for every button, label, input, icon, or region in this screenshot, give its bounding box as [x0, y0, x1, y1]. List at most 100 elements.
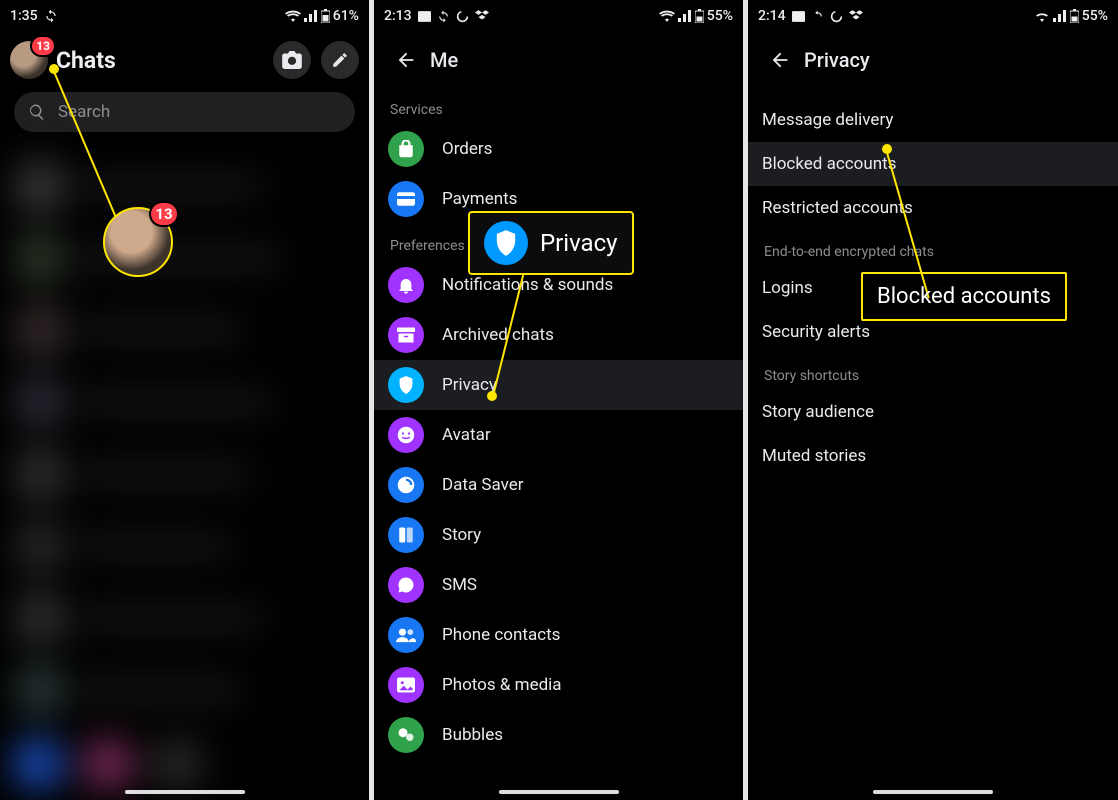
settings-row-data-saver[interactable]: Data Saver [374, 460, 743, 510]
row-label: Payments [442, 189, 517, 209]
row-label: Restricted accounts [762, 198, 913, 218]
wifi-icon [1034, 10, 1050, 22]
header: Me [374, 32, 743, 88]
row-label: Archived chats [442, 325, 554, 345]
profile-avatar[interactable]: 13 [10, 41, 48, 79]
settings-row-phone-contacts[interactable]: Phone contacts [374, 610, 743, 660]
nav-pill[interactable] [873, 790, 993, 794]
row-label: Phone contacts [442, 625, 560, 645]
settings-row-sms[interactable]: SMS [374, 560, 743, 610]
bag-icon [388, 131, 424, 167]
callout-blocked: Blocked accounts [861, 272, 1067, 321]
battery-icon [321, 9, 330, 23]
page-title: Chats [56, 47, 263, 74]
phone-chats: 1:35 61% 13 Chats Search [0, 0, 369, 800]
signal-icon [678, 10, 692, 22]
settings-row-story[interactable]: Story [374, 510, 743, 560]
privacy-row-restricted-accounts[interactable]: Restricted accounts [748, 186, 1118, 230]
status-battery: 61% [333, 8, 359, 24]
card-icon [388, 181, 424, 217]
back-button[interactable] [760, 40, 800, 80]
face-icon [388, 417, 424, 453]
header: 13 Chats [0, 32, 369, 88]
row-label: Avatar [442, 425, 491, 445]
row-label: Privacy [442, 375, 497, 395]
card-icon [792, 11, 805, 22]
signal-icon [1053, 10, 1067, 22]
sync-icon [811, 10, 824, 23]
privacy-row-message-delivery[interactable]: Message delivery [748, 98, 1118, 142]
privacy-row-muted-stories[interactable]: Muted stories [748, 434, 1118, 478]
bubbles-icon [388, 717, 424, 753]
highlight-badge: 13 [151, 203, 177, 225]
status-battery: 55% [1082, 8, 1108, 24]
search-placeholder: Search [58, 102, 110, 122]
row-label: Story audience [762, 402, 874, 422]
settings-row-avatar[interactable]: Avatar [374, 410, 743, 460]
status-bar: 2:13 55% [374, 0, 743, 32]
dropbox-icon [475, 10, 489, 22]
wifi-icon [285, 10, 301, 22]
unread-badge: 13 [32, 37, 54, 55]
row-label: Logins [762, 278, 813, 298]
settings-row-archived-chats[interactable]: Archived chats [374, 310, 743, 360]
compose-button[interactable] [321, 41, 359, 79]
battery-icon [695, 9, 704, 23]
settings-row-orders[interactable]: Orders [374, 124, 743, 174]
page-title: Privacy [804, 48, 870, 72]
search-icon [28, 103, 46, 121]
dropbox-icon [849, 10, 863, 22]
row-label: Photos & media [442, 675, 562, 695]
sync-icon [437, 10, 450, 23]
signal-icon [304, 10, 318, 22]
back-button[interactable] [386, 40, 426, 80]
settings-row-privacy[interactable]: Privacy [374, 360, 743, 410]
data-icon [388, 467, 424, 503]
status-bar: 2:14 55% [748, 0, 1118, 32]
phone-me: 2:13 55% Me ServicesOrdersPaymentsPrefer… [374, 0, 743, 800]
story-icon [388, 517, 424, 553]
row-label: Data Saver [442, 475, 524, 495]
card-icon [418, 11, 431, 22]
row-label: Muted stories [762, 446, 866, 466]
search-input[interactable]: Search [14, 92, 355, 132]
row-label: SMS [442, 575, 477, 595]
shield-icon [484, 221, 528, 265]
nav-pill[interactable] [499, 790, 619, 794]
privacy-row-blocked-accounts[interactable]: Blocked accounts [748, 142, 1118, 186]
status-time: 2:14 [758, 8, 786, 24]
archive-icon [388, 317, 424, 353]
row-label: Bubbles [442, 725, 503, 745]
spin-icon [456, 10, 469, 23]
battery-icon [1070, 9, 1079, 23]
privacy-row-story-audience[interactable]: Story audience [748, 390, 1118, 434]
camera-button[interactable] [273, 41, 311, 79]
settings-row-bubbles[interactable]: Bubbles [374, 710, 743, 760]
settings-row-photos-media[interactable]: Photos & media [374, 660, 743, 710]
blurred-chat-list [0, 150, 369, 800]
photos-icon [388, 667, 424, 703]
section-header: Story shortcuts [748, 354, 1118, 390]
spin-icon [830, 10, 843, 23]
sms-icon [388, 567, 424, 603]
status-time: 1:35 [10, 8, 38, 24]
status-battery: 55% [707, 8, 733, 24]
callout-label: Blocked accounts [877, 284, 1051, 309]
shield-icon [388, 367, 424, 403]
row-label: Orders [442, 139, 492, 159]
status-time: 2:13 [384, 8, 412, 24]
phone-privacy: 2:14 55% Privacy Message delivery Blocked… [748, 0, 1118, 800]
status-bar: 1:35 61% [0, 0, 369, 32]
contacts-icon [388, 617, 424, 653]
row-label: Security alerts [762, 322, 870, 342]
callout-privacy: Privacy [468, 211, 634, 275]
page-title: Me [430, 48, 458, 72]
bell-icon [388, 267, 424, 303]
row-label: Notifications & sounds [442, 275, 613, 295]
row-label: Blocked accounts [762, 154, 896, 174]
nav-pill[interactable] [125, 790, 245, 794]
sync-icon [44, 9, 58, 23]
highlight-avatar: 13 [103, 207, 173, 277]
row-label: Message delivery [762, 110, 893, 130]
section-header: Services [374, 88, 743, 124]
